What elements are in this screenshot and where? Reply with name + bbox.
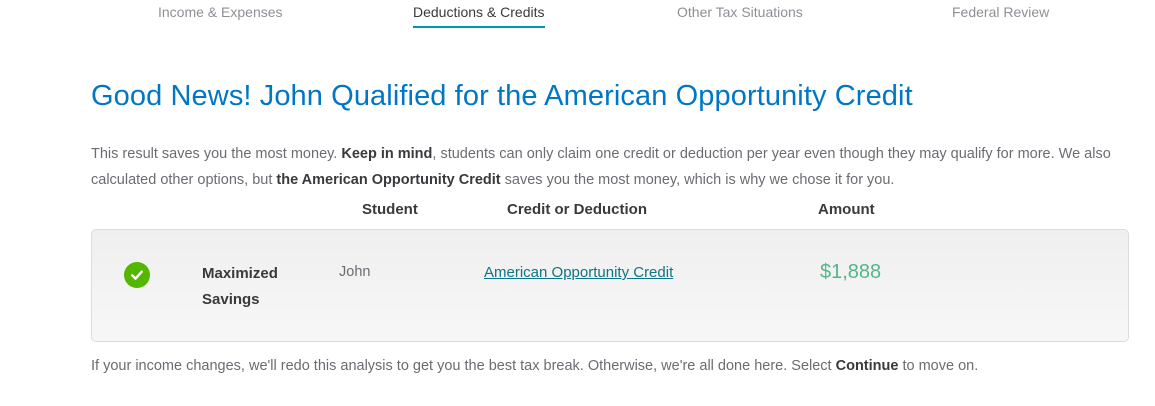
- check-circle-icon: [124, 262, 150, 288]
- footer-note: If your income changes, we'll redo this …: [91, 358, 978, 374]
- tab-other-tax-situations[interactable]: Other Tax Situations: [677, 4, 803, 20]
- tab-income-expenses[interactable]: Income & Expenses: [158, 4, 283, 20]
- credit-link[interactable]: American Opportunity Credit: [484, 264, 673, 281]
- tab-federal-review[interactable]: Federal Review: [952, 4, 1049, 20]
- footer-text-part: to move on.: [898, 358, 979, 374]
- active-tab-indicator: [413, 26, 545, 28]
- status-label: Maximized Savings: [202, 265, 278, 308]
- intro-bold-credit-name: the American Opportunity Credit: [276, 172, 501, 188]
- footer-bold-continue: Continue: [835, 358, 899, 374]
- footer-text-part: If your income changes, we'll redo this …: [91, 358, 836, 374]
- tab-label: Deductions & Credits: [413, 4, 545, 20]
- column-header-amount: Amount: [818, 201, 875, 218]
- tab-label: Federal Review: [952, 4, 1050, 20]
- student-name: John: [339, 264, 371, 280]
- page-title: Good News! John Qualified for the Americ…: [91, 80, 913, 112]
- intro-text-part: This result saves you the most money.: [91, 146, 342, 162]
- intro-bold-keep-in-mind: Keep in mind: [341, 146, 433, 162]
- column-header-credit: Credit or Deduction: [507, 201, 648, 218]
- result-row: Maximized Savings John American Opportun…: [91, 229, 1129, 342]
- intro-text: This result saves you the most money. Ke…: [91, 141, 1121, 193]
- tab-label: Income & Expenses: [158, 4, 283, 20]
- column-header-student: Student: [362, 201, 418, 218]
- intro-text-part: saves you the most money, which is why w…: [500, 172, 895, 188]
- progress-tabs: Income & Expenses Deductions & Credits O…: [0, 0, 1155, 32]
- credit-amount: $1,888: [820, 261, 882, 283]
- check-mark-icon: [131, 270, 143, 280]
- tab-label: Other Tax Situations: [677, 4, 803, 20]
- tab-deductions-credits[interactable]: Deductions & Credits: [413, 4, 545, 28]
